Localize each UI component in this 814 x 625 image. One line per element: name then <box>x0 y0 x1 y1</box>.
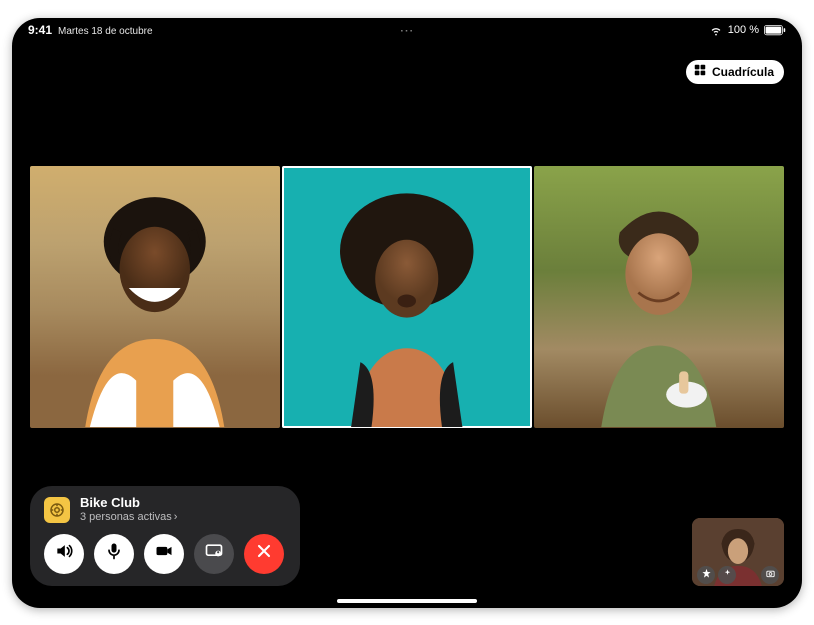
call-subtitle-text: 3 personas activas <box>80 511 172 524</box>
pip-camera-flip-button[interactable] <box>761 566 779 584</box>
star-icon <box>701 566 712 584</box>
call-controls-card: Bike Club 3 personas activas › <box>30 486 300 586</box>
group-avatar <box>44 497 70 523</box>
status-bar: 9:41 Martes 18 de octubre ⋯ 100 % <box>12 18 802 40</box>
wifi-icon <box>709 23 723 37</box>
pip-effects-button[interactable] <box>697 566 715 584</box>
call-subtitle: 3 personas activas › <box>80 511 177 524</box>
video-tile-1[interactable] <box>30 166 280 428</box>
home-indicator[interactable] <box>337 599 477 603</box>
status-left: 9:41 Martes 18 de octubre <box>28 23 153 37</box>
status-time: 9:41 <box>28 23 52 37</box>
call-info-row[interactable]: Bike Club 3 personas activas › <box>44 496 286 524</box>
call-info-text: Bike Club 3 personas activas › <box>80 496 177 524</box>
grid-toggle-button[interactable]: Cuadrícula <box>686 60 784 84</box>
grid-toggle-label: Cuadrícula <box>712 65 774 79</box>
video-tile-2[interactable] <box>282 166 532 428</box>
battery-percent: 100 % <box>728 24 759 36</box>
camera-icon <box>154 541 174 566</box>
status-right: 100 % <box>709 23 786 37</box>
close-icon <box>254 541 274 566</box>
self-view-pip[interactable] <box>692 518 784 586</box>
battery-icon <box>764 25 786 36</box>
status-date: Martes 18 de octubre <box>58 26 153 37</box>
pip-overlay <box>692 568 784 586</box>
shareplay-button[interactable] <box>194 534 234 574</box>
shareplay-icon <box>204 541 224 566</box>
call-title: Bike Club <box>80 496 177 511</box>
speaker-icon <box>54 541 74 566</box>
grid-icon <box>693 63 707 80</box>
control-button-row <box>44 534 286 574</box>
camera-flip-icon <box>765 566 776 584</box>
participant-video <box>534 166 784 428</box>
mic-icon <box>104 541 124 566</box>
sparkle-icon <box>722 566 733 584</box>
participant-video <box>282 166 532 428</box>
multitasking-indicator[interactable]: ⋯ <box>400 22 415 39</box>
chevron-right-icon: › <box>174 511 178 524</box>
facetime-window: 9:41 Martes 18 de octubre ⋯ 100 % Cuadrí… <box>12 18 802 608</box>
mic-button[interactable] <box>94 534 134 574</box>
participant-video <box>30 166 280 428</box>
camera-button[interactable] <box>144 534 184 574</box>
end-call-button[interactable] <box>244 534 284 574</box>
speaker-button[interactable] <box>44 534 84 574</box>
video-tiles-row <box>30 166 784 428</box>
video-tile-3[interactable] <box>534 166 784 428</box>
pip-reaction-button[interactable] <box>718 566 736 584</box>
